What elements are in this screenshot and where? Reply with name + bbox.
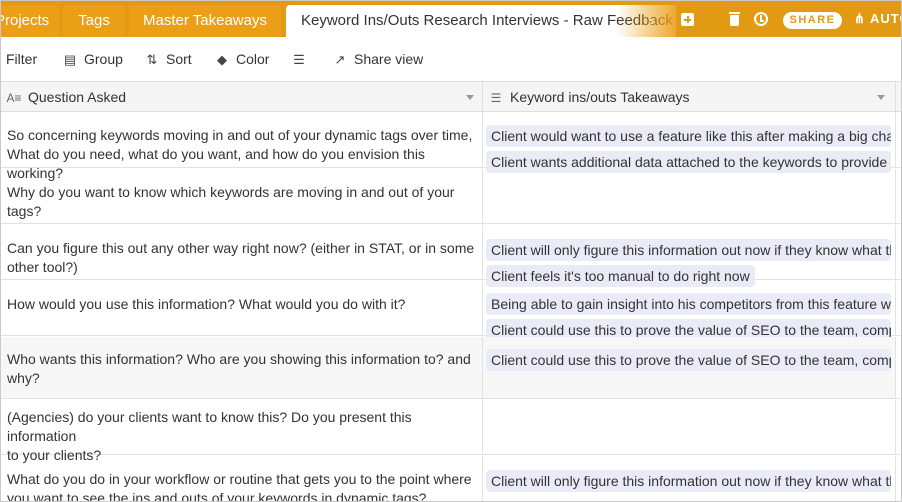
column-header-takeaways[interactable]: ☰ Keyword ins/outs Takeaways <box>488 82 690 112</box>
question-text-line: (Agencies) do your clients want to know … <box>7 409 412 444</box>
automations-icon: ⋔ <box>854 11 866 26</box>
cell-divider <box>482 112 483 167</box>
column-header-label: Question Asked <box>28 89 127 105</box>
question-text-line: other tool?) <box>7 259 78 275</box>
group-label: Group <box>84 51 123 67</box>
tab-label: Projects <box>1 12 50 29</box>
color-button[interactable]: ◆ Color <box>214 50 269 69</box>
tab-tags[interactable]: Tags <box>63 5 125 37</box>
question-text-line: why? <box>7 370 40 386</box>
cell-divider <box>482 400 483 454</box>
takeaways-cell[interactable]: Client could use this to prove the value… <box>486 349 891 375</box>
question-text-line: So concerning keywords moving in and out… <box>7 127 473 143</box>
tab-label: Master Takeaways <box>143 12 267 29</box>
question-cell[interactable]: What do you do in your workflow or routi… <box>7 470 477 502</box>
filter-button[interactable]: Filter <box>6 50 37 68</box>
chevron-right-icon[interactable]: › <box>650 5 654 37</box>
question-cell[interactable]: Why do you want to know which keywords a… <box>7 183 477 221</box>
next-column-edge <box>895 281 901 335</box>
question-text-line: Can you figure this out any other way ri… <box>7 240 475 256</box>
color-label: Color <box>236 51 270 67</box>
column-header-label: Keyword ins/outs Takeaways <box>510 89 690 105</box>
row-height-button[interactable]: ☰ <box>291 50 313 69</box>
takeaway-tag[interactable]: Client will only figure this information… <box>486 470 891 492</box>
paint-bucket-icon: ◆ <box>217 52 227 67</box>
share-view-icon: ↗ <box>334 52 346 67</box>
table-row[interactable]: How would you use this information? What… <box>1 281 901 341</box>
filter-label: Filter <box>6 51 38 67</box>
takeaway-tag[interactable]: Client would want to use a feature like … <box>486 125 891 147</box>
question-cell[interactable]: Can you figure this out any other way ri… <box>7 239 477 277</box>
history-icon[interactable] <box>754 12 768 26</box>
question-text-line: What do you do in your workflow or routi… <box>7 471 472 487</box>
share-view-label: Share view <box>354 51 424 67</box>
automations-button[interactable]: ⋔ AUTO <box>854 11 901 27</box>
table-row[interactable]: Who wants this information? Who are you … <box>1 337 901 399</box>
multiple-select-icon: ☰ <box>490 91 502 105</box>
column-menu-icon[interactable] <box>466 95 474 100</box>
table-row[interactable]: Why do you want to know which keywords a… <box>1 169 901 224</box>
next-column-edge <box>895 169 901 223</box>
question-text-line: you want to see the ins and outs of your… <box>7 490 427 502</box>
table-row[interactable]: (Agencies) do your clients want to know … <box>1 400 901 463</box>
share-button[interactable]: SHARE <box>783 12 842 29</box>
takeaways-cell[interactable]: Client will only figure this information… <box>486 470 891 496</box>
view-toolbar: Filter ▤ Group ⇅ Sort ◆ Color ☰ ↗ Share view <box>1 37 901 81</box>
column-divider <box>895 82 896 112</box>
cell-divider <box>482 456 483 501</box>
question-text-line: Why do you want to know which keywords a… <box>7 184 455 200</box>
table-tab-bar: Projects Tags Master Takeaways Keyword I… <box>1 1 901 37</box>
automations-label: AUTO <box>870 11 901 26</box>
table-row[interactable]: So concerning keywords moving in and out… <box>1 112 901 181</box>
sort-icon: ⇅ <box>146 52 158 67</box>
cell-divider <box>482 225 483 279</box>
next-column-edge <box>895 112 901 167</box>
group-button[interactable]: ▤ Group <box>62 50 123 69</box>
share-view-button[interactable]: ↗ Share view <box>332 50 424 69</box>
question-text-line: Who wants this information? Who are you … <box>7 351 471 367</box>
tab-keyword-ins-outs[interactable]: Keyword Ins/Outs Research Interviews - R… <box>286 5 676 37</box>
next-column-edge <box>895 456 901 501</box>
question-text-line: How would you use this information? What… <box>7 296 406 312</box>
sort-label: Sort <box>166 51 192 67</box>
takeaway-tag[interactable]: Client will only figure this information… <box>486 239 891 261</box>
cell-divider <box>482 169 483 223</box>
table-row[interactable]: What do you do in your workflow or routi… <box>1 456 901 502</box>
grid-header: A≡ Question Asked ☰ Keyword ins/outs Takea… <box>1 81 901 112</box>
takeaway-tag[interactable]: Client could use this to prove the value… <box>486 349 891 371</box>
tab-label: Tags <box>78 12 110 29</box>
group-icon: ▤ <box>63 52 77 67</box>
cell-divider <box>482 337 483 398</box>
tab-projects[interactable]: Projects <box>1 5 59 37</box>
trash-icon[interactable] <box>729 12 740 26</box>
tab-fade <box>616 5 676 37</box>
question-text-line: tags? <box>7 203 42 219</box>
sort-button[interactable]: ⇅ Sort <box>144 50 192 69</box>
cell-divider <box>482 281 483 335</box>
table-row[interactable]: Can you figure this out any other way ri… <box>1 225 901 287</box>
app-window: Projects Tags Master Takeaways Keyword I… <box>0 0 902 502</box>
column-menu-icon[interactable] <box>877 95 885 100</box>
column-header-question[interactable]: A≡ Question Asked <box>6 82 126 112</box>
next-column-edge <box>895 337 901 398</box>
long-text-icon: A≡ <box>6 91 22 105</box>
next-column-edge <box>895 400 901 454</box>
add-table-icon[interactable] <box>681 13 694 26</box>
column-divider <box>482 82 483 112</box>
takeaway-tag[interactable]: Being able to gain insight into his comp… <box>486 293 891 315</box>
question-cell[interactable]: How would you use this information? What… <box>7 295 477 314</box>
question-cell[interactable]: Who wants this information? Who are you … <box>7 350 477 388</box>
tab-master-takeaways[interactable]: Master Takeaways <box>129 5 281 37</box>
next-column-edge <box>895 225 901 279</box>
row-height-icon: ☰ <box>293 52 305 67</box>
